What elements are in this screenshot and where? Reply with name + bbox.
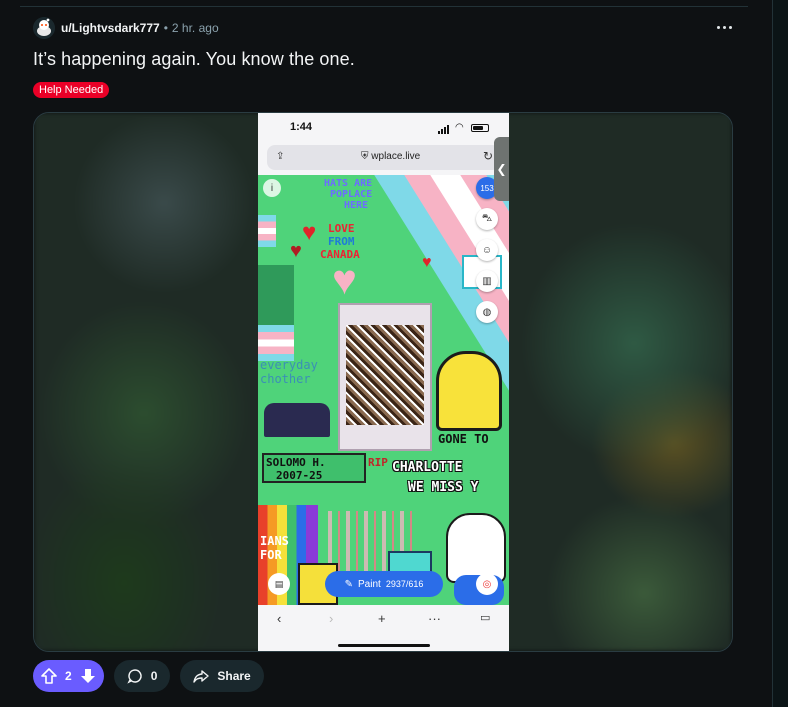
portrait-pixels (346, 325, 424, 425)
canvas-text-chother: chother (260, 372, 311, 386)
canvas-text-charlotte: CHARLOTTE (392, 460, 463, 475)
canvas-text-hats: HATS ARE (324, 178, 373, 189)
info-icon: i (263, 179, 281, 197)
back-icon: ‹ (277, 611, 282, 626)
group-icon: ☺ (476, 239, 498, 261)
canvas-text-ians: IANS (260, 534, 289, 548)
canvas-text-everyday: everyday (260, 358, 318, 372)
share-icon: ⇪ (276, 151, 285, 162)
heart-icon: ♥ (290, 240, 302, 262)
share-button[interactable]: Share (180, 660, 264, 692)
canvas-text-poplace: POPLACE (330, 189, 373, 200)
palette-icon: ▤ (268, 573, 290, 595)
pixel-block (264, 403, 330, 437)
home-indicator (338, 644, 430, 647)
canvas-text-years: 2007-25 (276, 469, 323, 482)
canvas-text-for: FOR (260, 548, 282, 562)
post-actions: 2 0 Share (33, 660, 264, 692)
forward-icon: › (329, 611, 334, 626)
canvas-text-here: HERE (344, 200, 369, 211)
vote-control[interactable]: 2 (33, 660, 104, 692)
wifi-icon: ◠ (455, 122, 464, 133)
canvas-text-canada: CANADA (320, 248, 360, 261)
trans-flag (258, 215, 276, 247)
url-value: wplace.live (371, 151, 421, 162)
canvas-text-love: LOVE (328, 222, 355, 235)
heart-icon: ♥ (332, 256, 357, 303)
browser-url-bar: ⇪ ⛨ wplace.live ↻ (267, 145, 500, 170)
canvas-text-gone: GONE TO (438, 432, 489, 446)
author-username[interactable]: u/Lightvsdark777 (61, 21, 160, 35)
status-bar: 1:44 ◠ (258, 113, 509, 143)
canvas-text-from: FROM (328, 235, 355, 248)
paint-label: Paint (358, 578, 381, 590)
canvas-text-solomo: SOLOMO H. (266, 456, 326, 469)
avatar[interactable] (33, 17, 55, 39)
post-meta: u/Lightvsdark777 • 2 hr. ago (33, 15, 219, 41)
flair-badge[interactable]: Help Needed (33, 82, 110, 98)
heart-icon: ♥ (302, 219, 317, 246)
vote-count: 2 (65, 669, 72, 683)
dot-icon (728, 25, 732, 29)
white-creature (446, 513, 506, 583)
memorial-box: SOLOMO H. 2007-25 (262, 453, 366, 483)
reload-icon: ↻ (483, 149, 494, 163)
location-icon: ◎ (476, 573, 498, 595)
brush-icon: ✎ (344, 578, 354, 590)
post-image[interactable]: 1:44 ◠ ⇪ ⛨ wplace.live ↻ HATS ARE POPLAC… (33, 112, 733, 652)
status-clock: 1:44 (290, 121, 313, 133)
cart-icon: ⛍ (476, 208, 498, 230)
new-tab-icon: + (378, 611, 386, 626)
yellow-creature (436, 351, 502, 431)
paint-count: 2937/616 (385, 579, 424, 589)
comments-button[interactable]: 0 (113, 660, 171, 692)
more-options-button[interactable] (712, 16, 736, 38)
upvote-icon[interactable] (41, 668, 57, 684)
canvas-text-miss: WE MISS Y (408, 480, 479, 495)
stats-icon: ▥ (476, 270, 498, 292)
canvas-text-rip: RIP (368, 456, 388, 469)
downvote-icon[interactable] (80, 668, 96, 684)
post-card: u/Lightvsdark777 • 2 hr. ago It’s happen… (0, 0, 772, 707)
meta-separator: • (163, 21, 168, 35)
signal-icon (438, 125, 449, 134)
post-title[interactable]: It’s happening again. You know the one. (33, 49, 355, 70)
right-gutter (772, 0, 788, 707)
heart-icon: ♥ (422, 254, 432, 271)
share-label: Share (217, 669, 251, 683)
tabs-icon: ▭ (480, 612, 491, 624)
explore-icon: ◍ (476, 301, 498, 323)
pixel-canvas: HATS ARE POPLACE HERE ♥ ♥ ♥ ♥ LOVE FROM … (258, 175, 509, 605)
pixel-block (258, 265, 294, 325)
battery-icon (471, 124, 489, 132)
phone-screenshot: 1:44 ◠ ⇪ ⛨ wplace.live ↻ HATS ARE POPLAC… (258, 113, 509, 651)
user-count: 153 (480, 183, 494, 193)
portrait-frame (338, 303, 432, 451)
menu-dots-icon: ··· (428, 611, 441, 626)
share-arrow-icon (193, 668, 210, 684)
comment-count: 0 (150, 669, 158, 683)
chevron-left-icon: ❮ (494, 137, 509, 201)
dot-icon (716, 25, 720, 29)
divider (20, 6, 748, 7)
comment-icon (127, 668, 143, 684)
url-text: ⛨ wplace.live (361, 151, 421, 162)
post-timestamp: 2 hr. ago (171, 21, 219, 35)
dot-icon (722, 25, 726, 29)
paint-button: ✎ Paint 2937/616 (325, 571, 443, 597)
trans-flag (258, 325, 294, 361)
